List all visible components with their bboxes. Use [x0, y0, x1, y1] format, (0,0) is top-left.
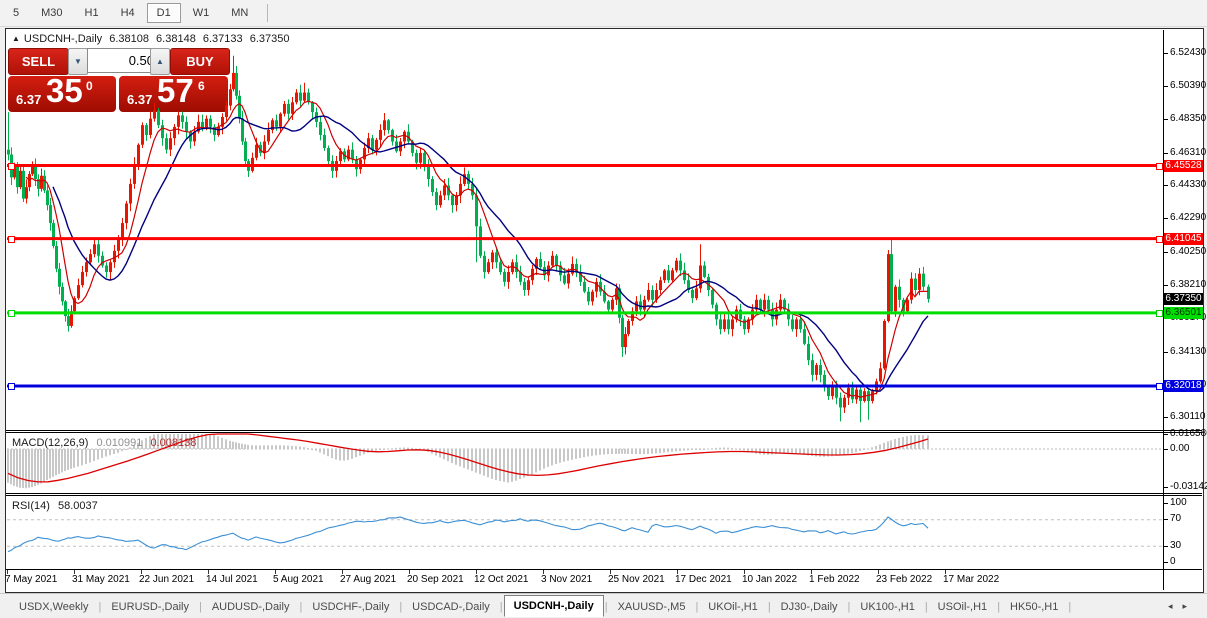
timeframe-button-5[interactable]: 5	[3, 3, 29, 23]
timeframe-button-d1[interactable]: D1	[147, 3, 181, 23]
price-axis-tick: 6.52430	[1170, 47, 1206, 59]
axis-line-marker	[1156, 236, 1163, 243]
time-axis-label: 17 Mar 2022	[943, 574, 999, 585]
time-axis-label: 12 Oct 2021	[474, 574, 528, 585]
chart-tab-usdcad-daily[interactable]: USDCAD-,Daily	[403, 597, 499, 617]
time-axis-label: 5 Aug 2021	[273, 574, 324, 585]
chart-tab-hk50-h1[interactable]: HK50-,H1	[1001, 597, 1067, 617]
macd-signal-value: 0.008138	[150, 437, 196, 449]
price-axis-tick: 6.50390	[1170, 80, 1206, 92]
price-axis-tick: 6.30110	[1170, 411, 1205, 423]
chart-tab-usoil-h1[interactable]: USOil-,H1	[929, 597, 997, 617]
tab-separator: |	[299, 601, 302, 613]
rsi-timeaxis-divider	[6, 569, 1202, 570]
time-axis-label: 14 Jul 2021	[206, 574, 258, 585]
timeframe-button-h1[interactable]: H1	[75, 3, 109, 23]
timeframe-button-m30[interactable]: M30	[31, 3, 72, 23]
rsi-axis-label: 0	[1170, 556, 1176, 568]
price-axis-tick: 6.48350	[1170, 113, 1206, 125]
tab-separator: |	[695, 601, 698, 613]
axis-line-marker	[1156, 383, 1163, 390]
tab-separator: |	[605, 601, 608, 613]
time-axis-label: 22 Jun 2021	[139, 574, 194, 585]
price-axis-tick: 6.44330	[1170, 179, 1206, 191]
tab-separator: |	[768, 601, 771, 613]
hline-handle[interactable]	[8, 383, 15, 390]
chart-tab-dj30-daily[interactable]: DJ30-,Daily	[772, 597, 847, 617]
time-axis-label: 25 Nov 2021	[608, 574, 665, 585]
tab-scroll-right-icon[interactable]: ▸	[1182, 601, 1197, 611]
price-axis-tick: 6.46310	[1170, 147, 1206, 159]
price-axis-tick: 6.42290	[1170, 212, 1206, 224]
time-axis-label: 7 May 2021	[5, 574, 57, 585]
tab-scroll-left-icon[interactable]: ◂	[1168, 601, 1183, 611]
macd-axis-label: 0.00	[1170, 443, 1189, 455]
time-axis-label: 1 Feb 2022	[809, 574, 860, 585]
price-level-label: 6.36501	[1164, 307, 1203, 319]
tab-separator: |	[199, 601, 202, 613]
price-level-label: 6.32018	[1164, 380, 1203, 392]
rsi-axis-label: 100	[1170, 497, 1187, 509]
time-axis-label: 20 Sep 2021	[407, 574, 464, 585]
macd-rsi-divider[interactable]	[6, 493, 1202, 494]
rsi-indicator-panel[interactable]	[7, 496, 1163, 568]
price-axis-tick: 6.34130	[1170, 346, 1206, 358]
time-axis-label: 27 Aug 2021	[340, 574, 396, 585]
tab-separator: |	[500, 601, 503, 613]
time-axis-label: 31 May 2021	[72, 574, 130, 585]
timeframe-button-w1[interactable]: W1	[183, 3, 220, 23]
macd-axis-label: -0.03142	[1170, 481, 1207, 493]
hline-handle[interactable]	[8, 236, 15, 243]
chart-tab-xauusd-m5[interactable]: XAUUSD-,M5	[609, 597, 695, 617]
toolbar-separator	[267, 4, 268, 22]
time-axis-label: 23 Feb 2022	[876, 574, 932, 585]
tab-separator: |	[925, 601, 928, 613]
tab-separator: |	[399, 601, 402, 613]
axis-line-marker	[1156, 163, 1163, 170]
chart-tab-usdcnh-daily[interactable]: USDCNH-,Daily	[504, 595, 604, 617]
tab-separator: |	[997, 601, 1000, 613]
timeframe-button-h4[interactable]: H4	[111, 3, 145, 23]
rsi-title: RSI(14) 58.0037	[12, 500, 103, 512]
axis-line-marker	[1156, 310, 1163, 317]
time-axis-label: 10 Jan 2022	[742, 574, 797, 585]
chart-tab-audusd-daily[interactable]: AUDUSD-,Daily	[203, 597, 299, 617]
rsi-axis-label: 30	[1170, 540, 1181, 552]
time-axis-label: 17 Dec 2021	[675, 574, 732, 585]
macd-axis-label: 0.016586	[1170, 428, 1207, 440]
timeframe-button-mn[interactable]: MN	[221, 3, 258, 23]
rsi-axis-label: 70	[1170, 513, 1181, 525]
tab-separator: |	[848, 601, 851, 613]
price-level-label: 6.45528	[1164, 160, 1203, 172]
chart-tab-usdx-weekly[interactable]: USDX,Weekly	[10, 597, 97, 617]
hline-handle[interactable]	[8, 163, 15, 170]
price-level-label: 6.41045	[1164, 233, 1203, 245]
hline-handle[interactable]	[8, 310, 15, 317]
trading-platform-window: 5M30H1H4D1W1MN ▲USDCNH-,Daily 6.38108 6.…	[0, 0, 1207, 618]
macd-title: MACD(12,26,9) 0.010991 0.008138	[12, 437, 201, 449]
price-level-label: 6.37350	[1164, 293, 1203, 305]
chart-tab-uk100-h1[interactable]: UK100-,H1	[851, 597, 923, 617]
tab-separator: |	[1068, 601, 1071, 613]
tab-separator: |	[98, 601, 101, 613]
main-price-chart[interactable]	[7, 30, 1163, 429]
time-axis-label: 3 Nov 2021	[541, 574, 592, 585]
timeframe-toolbar: 5M30H1H4D1W1MN	[0, 0, 1207, 27]
chart-tab-ukoil-h1[interactable]: UKOil-,H1	[699, 597, 767, 617]
ma-slow-line	[53, 116, 928, 391]
chart-tab-bar: USDX,Weekly|EURUSD-,Daily|AUDUSD-,Daily|…	[0, 593, 1207, 618]
price-axis-tick: 6.38210	[1170, 279, 1206, 291]
rsi-label: RSI(14)	[12, 500, 50, 512]
rsi-value: 58.0037	[58, 500, 98, 512]
macd-label: MACD(12,26,9)	[12, 437, 88, 449]
macd-main-value: 0.010991	[96, 437, 142, 449]
price-axis-tick: 6.40250	[1170, 246, 1206, 258]
chart-tab-eurusd-daily[interactable]: EURUSD-,Daily	[102, 597, 198, 617]
chart-tab-usdchf-daily[interactable]: USDCHF-,Daily	[303, 597, 398, 617]
chart-macd-divider[interactable]	[6, 430, 1202, 431]
